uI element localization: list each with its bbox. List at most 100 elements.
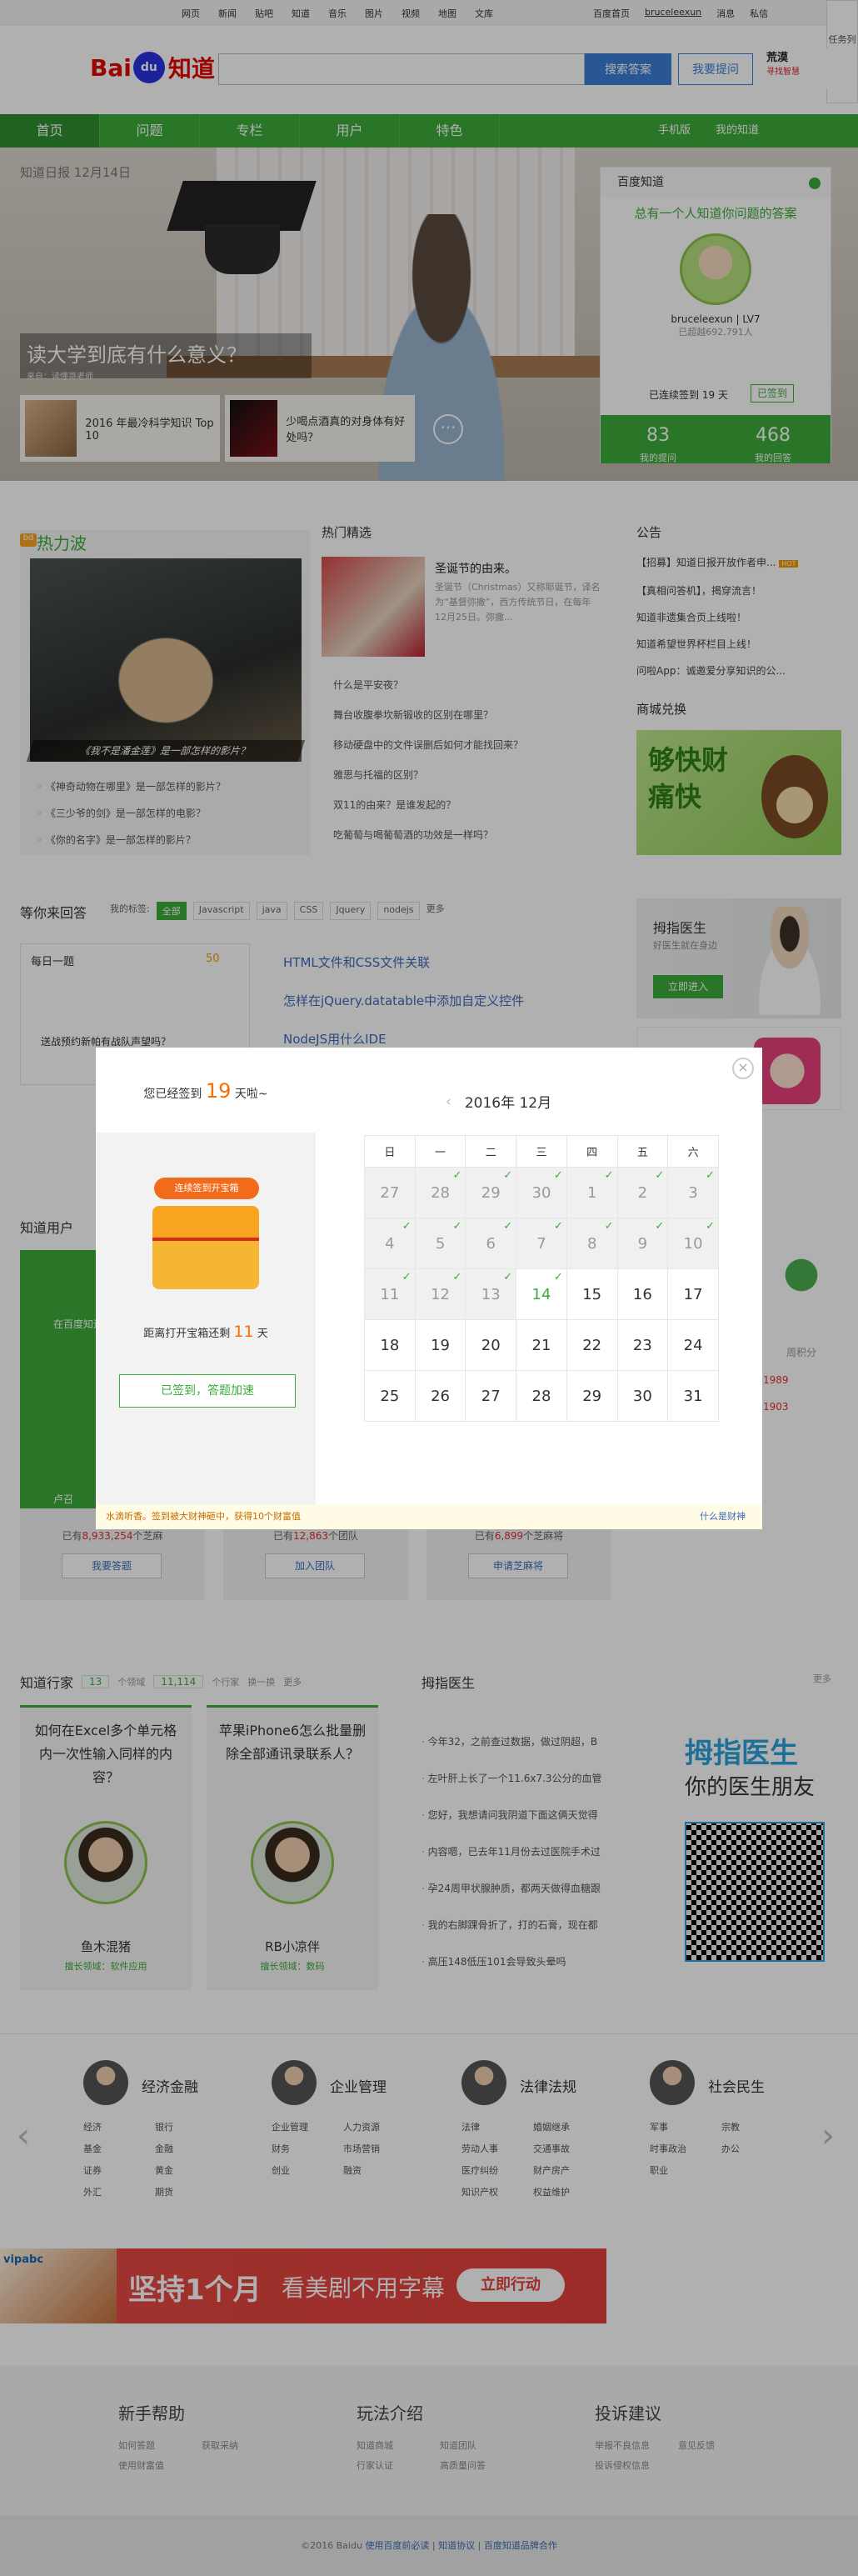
calendar-day[interactable]: 7 ✓ [516,1218,567,1269]
calendar-day[interactable]: 16 [616,1268,669,1320]
calendar-day[interactable]: 12 ✓ [414,1268,466,1320]
check-icon: ✓ [655,1169,665,1182]
check-icon: ✓ [553,1271,563,1283]
calendar-day-number: 27 [481,1387,501,1405]
calendar-day[interactable]: 6 ✓ [465,1218,517,1269]
calendar-day-number: 12 [431,1285,450,1303]
calendar-day[interactable]: 30 ✓ [516,1167,567,1218]
calendar-day-number: 24 [683,1336,703,1354]
calendar-day-number: 28 [531,1387,551,1405]
calendar-day[interactable]: 5 ✓ [414,1218,466,1269]
calendar-day-number: 8 [586,1234,597,1253]
calendar-day[interactable]: 9 ✓ [616,1218,669,1269]
close-icon[interactable]: × [732,1058,754,1079]
calendar-day[interactable]: 27 [364,1167,416,1218]
calendar-day[interactable]: 30 [616,1370,669,1422]
calendar-day[interactable]: 2 ✓ [616,1167,669,1218]
calendar-day-number: 11 [380,1285,400,1303]
calendar-day-number: 30 [632,1387,652,1405]
calendar-day-number: 6 [486,1234,496,1253]
calendar-week: 27 28 ✓ 29 ✓ 30 ✓ 1 ✓ 2 ✓ 3 ✓ [364,1167,719,1218]
calendar-day[interactable]: 19 [414,1319,466,1371]
calendar-day[interactable]: 14 ✓ [516,1268,567,1320]
check-icon: ✓ [503,1169,513,1182]
calendar-month: 2016年 12月 [464,1095,552,1112]
calendar-day-number: 1 [586,1183,597,1202]
calendar-day-number: 22 [582,1336,602,1354]
check-icon: ✓ [452,1220,462,1233]
calendar-day[interactable]: 13 ✓ [465,1268,517,1320]
calendar-day[interactable]: 29 [566,1370,618,1422]
calendar-day-number: 15 [582,1285,602,1303]
calendar-day-number: 16 [632,1285,652,1303]
check-icon: ✓ [706,1169,715,1182]
weekday-header: 四 [566,1135,618,1168]
calendar-day[interactable]: 25 [364,1370,416,1422]
calendar-day[interactable]: 3 ✓ [667,1167,719,1218]
calendar-day[interactable]: 8 ✓ [566,1218,618,1269]
calendar-header: ‹ 2016年 12月 [446,1091,552,1113]
check-icon: ✓ [706,1220,715,1233]
check-icon: ✓ [452,1271,462,1283]
calendar-day[interactable]: 4 ✓ [364,1218,416,1269]
what-is-caishen-link[interactable]: 什么是财神 [700,1504,746,1529]
calendar-day-number: 29 [481,1183,501,1202]
check-icon: ✓ [503,1271,513,1283]
calendar-day[interactable]: 18 [364,1319,416,1371]
weekday-header: 六 [667,1135,719,1168]
calendar-week: 11 ✓ 12 ✓ 13 ✓ 14 ✓ 15 16 17 [364,1268,719,1320]
calendar-day[interactable]: 28 [516,1370,567,1422]
chevron-left-icon[interactable]: ‹ [446,1093,451,1110]
calendar-day-number: 17 [683,1285,703,1303]
calendar-day[interactable]: 29 ✓ [465,1167,517,1218]
calendar-day[interactable]: 22 [566,1319,618,1371]
calendar-day[interactable]: 27 [465,1370,517,1422]
calendar-day-number: 30 [531,1183,551,1202]
check-icon: ✓ [402,1271,412,1283]
calendar-day[interactable]: 28 ✓ [414,1167,466,1218]
check-icon: ✓ [604,1169,614,1182]
calendar-day-number: 3 [688,1183,698,1202]
calendar-day-number: 14 [531,1285,551,1303]
calendar-day-number: 9 [637,1234,648,1253]
treasure-chest-icon [152,1206,259,1289]
calendar-day[interactable]: 31 [667,1370,719,1422]
check-icon: ✓ [604,1220,614,1233]
calendar-day-number: 28 [431,1183,450,1202]
calendar-day-number: 27 [380,1183,400,1202]
modal-footer-text: 水滴听香。签到被大财神砸中，获得10个财富值 [106,1511,301,1522]
calendar-day[interactable]: 26 [414,1370,466,1422]
modal-footer: 水滴听香。签到被大财神砸中，获得10个财富值 什么是财神 [96,1504,762,1529]
calendar-day[interactable]: 23 [616,1319,669,1371]
calendar-day-number: 13 [481,1285,501,1303]
weekday-header: 五 [616,1135,669,1168]
calendar-day[interactable]: 20 [465,1319,517,1371]
calendar-day-number: 18 [380,1336,400,1354]
check-icon: ✓ [503,1220,513,1233]
calendar-day-number: 2 [637,1183,648,1202]
weekday-header: 三 [516,1135,567,1168]
calendar-day-number: 25 [380,1387,400,1405]
chest-countdown: 距离打开宝箱还剩 11 天 [143,1323,268,1341]
calendar-day[interactable]: 1 ✓ [566,1167,618,1218]
calendar-grid: 日一二三四五六 27 28 ✓ 29 ✓ 30 ✓ 1 ✓ 2 ✓ 3 ✓ 4 ✓ 5 ✓ 6 ✓ 7 ✓ 8 ✓ 9 ✓ 10 ✓… [364,1135,719,1422]
calendar-day[interactable]: 15 [566,1268,618,1320]
calendar-week: 25 26 27 28 29 30 31 [364,1370,719,1422]
signed-speedup-button[interactable]: 已签到，答题加速 [119,1374,296,1408]
weekday-header: 二 [465,1135,517,1168]
calendar-day-number: 5 [435,1234,446,1253]
calendar-day-number: 10 [683,1234,703,1253]
weekday-header: 日 [364,1135,416,1168]
check-icon: ✓ [655,1220,665,1233]
calendar-day-number: 4 [385,1234,395,1253]
calendar-day[interactable]: 11 ✓ [364,1268,416,1320]
days-left: 11 [233,1323,254,1341]
calendar-day-number: 7 [536,1234,546,1253]
calendar-day[interactable]: 24 [667,1319,719,1371]
check-icon: ✓ [553,1220,563,1233]
calendar-day[interactable]: 17 [667,1268,719,1320]
calendar-day[interactable]: 10 ✓ [667,1218,719,1269]
calendar-day-number: 23 [632,1336,652,1354]
calendar-day[interactable]: 21 [516,1319,567,1371]
calendar-day-number: 21 [531,1336,551,1354]
